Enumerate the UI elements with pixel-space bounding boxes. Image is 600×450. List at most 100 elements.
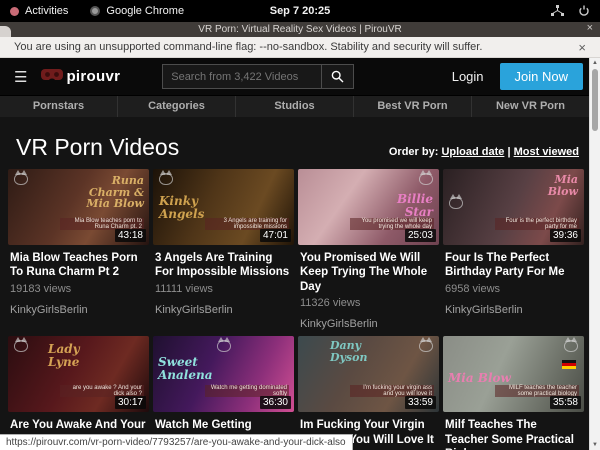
duration-badge: 35:58 [550,396,581,409]
network-icon[interactable] [551,5,564,17]
video-views: 19183 views [10,283,147,295]
duration-badge: 33:59 [405,396,436,409]
video-thumbnail[interactable]: Runa Charm & Mia Blow Mia Blow teaches p… [8,169,149,245]
chrome-app-icon [90,6,100,16]
thumbnail-overlay-text: Mia Blow [448,372,518,385]
studio-logo-icon [217,340,231,352]
order-by: Order by: Upload date | Most viewed [389,146,579,158]
thumbnail-overlay-text: Lady Lyne [48,343,104,368]
system-top-bar: Activities Google Chrome Sep 7 20:25 [0,0,600,22]
studio-logo-icon [564,340,578,352]
join-now-button[interactable]: Join Now [500,63,583,90]
studio-link[interactable]: KinkyGirlsBerlin [155,304,292,316]
nav-item-best-vr-porn[interactable]: Best VR Porn [354,96,472,117]
video-card[interactable]: Dany Dyson I'm fucking your virgin ass a… [298,336,439,450]
sandbox-warning-bar: You are using an unsupported command-lin… [0,37,600,58]
video-views: 11326 views [300,297,437,309]
video-title[interactable]: Mia Blow Teaches Porn To Runa Charm Pt 2 [10,251,147,280]
studio-link[interactable]: KinkyGirlsBerlin [300,318,437,330]
studio-logo-icon [14,173,28,185]
duration-badge: 25:03 [405,229,436,242]
page-heading-row: VR Porn Videos Order by: Upload date | M… [0,117,589,169]
duration-badge: 39:36 [550,229,581,242]
thumbnail-overlay-text: Mia Blow [524,174,578,197]
thumbnail-overlay-text: Dany Dyson [330,340,386,363]
browser-title-bar: VR Porn: Virtual Reality Sex Videos | Pi… [0,22,600,37]
search-input[interactable] [162,64,322,89]
nav-item-studios[interactable]: Studios [236,96,354,117]
video-views: 6958 views [445,283,582,295]
status-bar-url: https://pirouvr.com/vr-porn-video/779325… [0,434,353,450]
scrollbar-thumb[interactable] [592,69,598,131]
scrollbar[interactable]: ▲ ▼ [589,58,600,450]
video-card[interactable]: Lady Lyne are you awake ? And your dick … [8,336,149,450]
activities-label: Activities [25,5,68,17]
power-icon[interactable] [578,5,590,17]
video-card[interactable]: Runa Charm & Mia Blow Mia Blow teaches p… [8,169,149,330]
video-thumbnail[interactable]: Lady Lyne are you awake ? And your dick … [8,336,149,412]
site-logo[interactable]: pirouvr [41,68,120,86]
logo-text: pirouvr [66,68,120,85]
video-thumbnail[interactable]: Mia Blow MILF teaches the teacher some p… [443,336,584,412]
nav-item-pornstars[interactable]: Pornstars [0,96,118,117]
site-header: ☰ pirouvr Login Join Now [0,58,589,95]
vr-headset-icon [41,68,63,86]
page-viewport: ☰ pirouvr Login Join Now Pornstars Categ… [0,58,600,450]
video-card[interactable]: Billie Star You promised we will keep tr… [298,169,439,330]
warning-text: You are using an unsupported command-lin… [14,41,482,53]
thumbnail-overlay-text: Sweet Analena [158,356,224,381]
order-by-label: Order by: [389,146,439,158]
thumbnail-overlay-text: Billie Star [373,193,433,218]
studio-link[interactable]: KinkyGirlsBerlin [10,304,147,316]
video-thumbnail[interactable]: Kinky Angels 3 Angels are training for i… [153,169,294,245]
video-thumbnail[interactable]: Mia Blow Four is the perfect birthday pa… [443,169,584,245]
nav-item-new-vr-porn[interactable]: New VR Porn [472,96,589,117]
video-title[interactable]: You Promised We Will Keep Trying The Who… [300,251,437,294]
video-thumbnail[interactable]: Dany Dyson I'm fucking your virgin ass a… [298,336,439,412]
activities-button[interactable]: Activities [10,5,68,17]
duration-badge: 47:01 [260,229,291,242]
clock[interactable]: Sep 7 20:25 [270,5,331,17]
video-thumbnail[interactable]: Billie Star You promised we will keep tr… [298,169,439,245]
video-title[interactable]: Four Is The Perfect Birthday Party For M… [445,251,582,280]
video-card[interactable]: Mia Blow MILF teaches the teacher some p… [443,336,584,450]
german-flag-icon [562,360,576,369]
video-title[interactable]: 3 Angels Are Training For Impossible Mis… [155,251,292,280]
studio-logo-icon [449,197,463,209]
duration-badge: 36:30 [260,396,291,409]
studio-logo-icon [419,340,433,352]
video-grid: Runa Charm & Mia Blow Mia Blow teaches p… [0,169,589,450]
close-tab-icon[interactable]: × [587,22,593,34]
scroll-up-icon[interactable]: ▲ [590,58,600,68]
video-thumbnail[interactable]: Sweet Analena Watch me getting dominated… [153,336,294,412]
thumbnail-overlay-text: Kinky Angels [159,195,223,220]
app-name-label: Google Chrome [106,5,184,17]
order-link-upload-date[interactable]: Upload date [441,146,504,158]
app-menu-button[interactable]: Google Chrome [90,5,184,17]
order-link-most-viewed[interactable]: Most viewed [514,146,579,158]
login-link[interactable]: Login [452,69,484,84]
hamburger-menu-icon[interactable]: ☰ [14,68,27,86]
main-nav: Pornstars Categories Studios Best VR Por… [0,95,589,117]
thumbnail-overlay-text: Runa Charm & Mia Blow [78,175,144,210]
page-title: VR Porn Videos [16,134,179,161]
tab-stub[interactable] [0,26,11,37]
warning-close-icon[interactable]: × [578,40,586,55]
nav-item-categories[interactable]: Categories [118,96,236,117]
search-bar [162,64,354,89]
video-views: 11111 views [155,283,292,295]
studio-logo-icon [14,340,28,352]
search-button[interactable] [322,64,354,89]
window-title: VR Porn: Virtual Reality Sex Videos | Pi… [198,24,401,35]
duration-badge: 30:17 [115,396,146,409]
video-card[interactable]: Mia Blow Four is the perfect birthday pa… [443,169,584,330]
video-title[interactable]: Milf Teaches The Teacher Some Practical … [445,418,582,450]
scroll-down-icon[interactable]: ▼ [590,440,600,450]
studio-logo-icon [419,173,433,185]
video-card[interactable]: Sweet Analena Watch me getting dominated… [153,336,294,450]
screen-record-icon [10,7,19,16]
studio-logo-icon [159,173,173,185]
duration-badge: 43:18 [115,229,146,242]
studio-link[interactable]: KinkyGirlsBerlin [445,304,582,316]
video-card[interactable]: Kinky Angels 3 Angels are training for i… [153,169,294,330]
